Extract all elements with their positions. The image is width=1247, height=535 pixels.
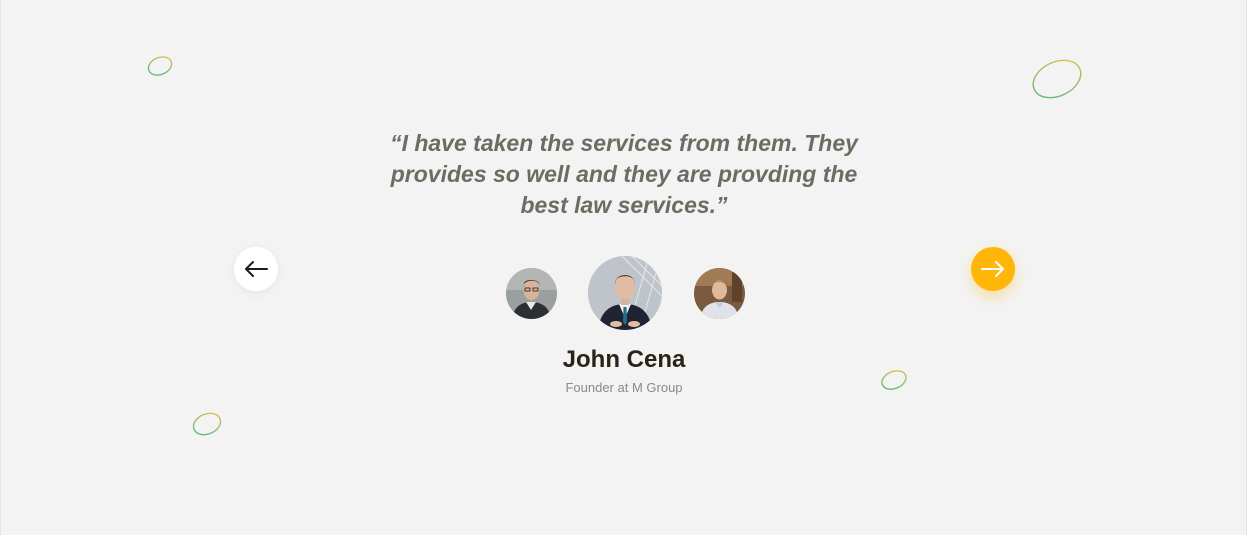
decorative-ring-icon <box>1032 59 1082 99</box>
next-button[interactable] <box>971 247 1015 291</box>
previous-button[interactable] <box>234 247 278 291</box>
page-border-left <box>0 0 1 535</box>
person-photo-icon <box>694 268 745 319</box>
testimonial-author-name: John Cena <box>562 346 686 373</box>
avatar-previous-person[interactable] <box>506 268 557 319</box>
person-photo-icon <box>506 268 557 319</box>
decorative-ring-icon <box>881 370 907 390</box>
decorative-ring-icon <box>147 56 173 76</box>
arrow-left-icon <box>245 261 268 277</box>
decorative-ring-icon <box>192 412 222 436</box>
person-photo-icon <box>588 256 662 330</box>
testimonial-quote: “I have taken the services from them. Th… <box>390 130 858 218</box>
arrow-right-icon <box>981 261 1004 277</box>
avatar-next-person[interactable] <box>694 268 745 319</box>
avatar-active-person[interactable] <box>588 256 662 330</box>
testimonial-author-role: Founder at M Group <box>565 380 683 395</box>
